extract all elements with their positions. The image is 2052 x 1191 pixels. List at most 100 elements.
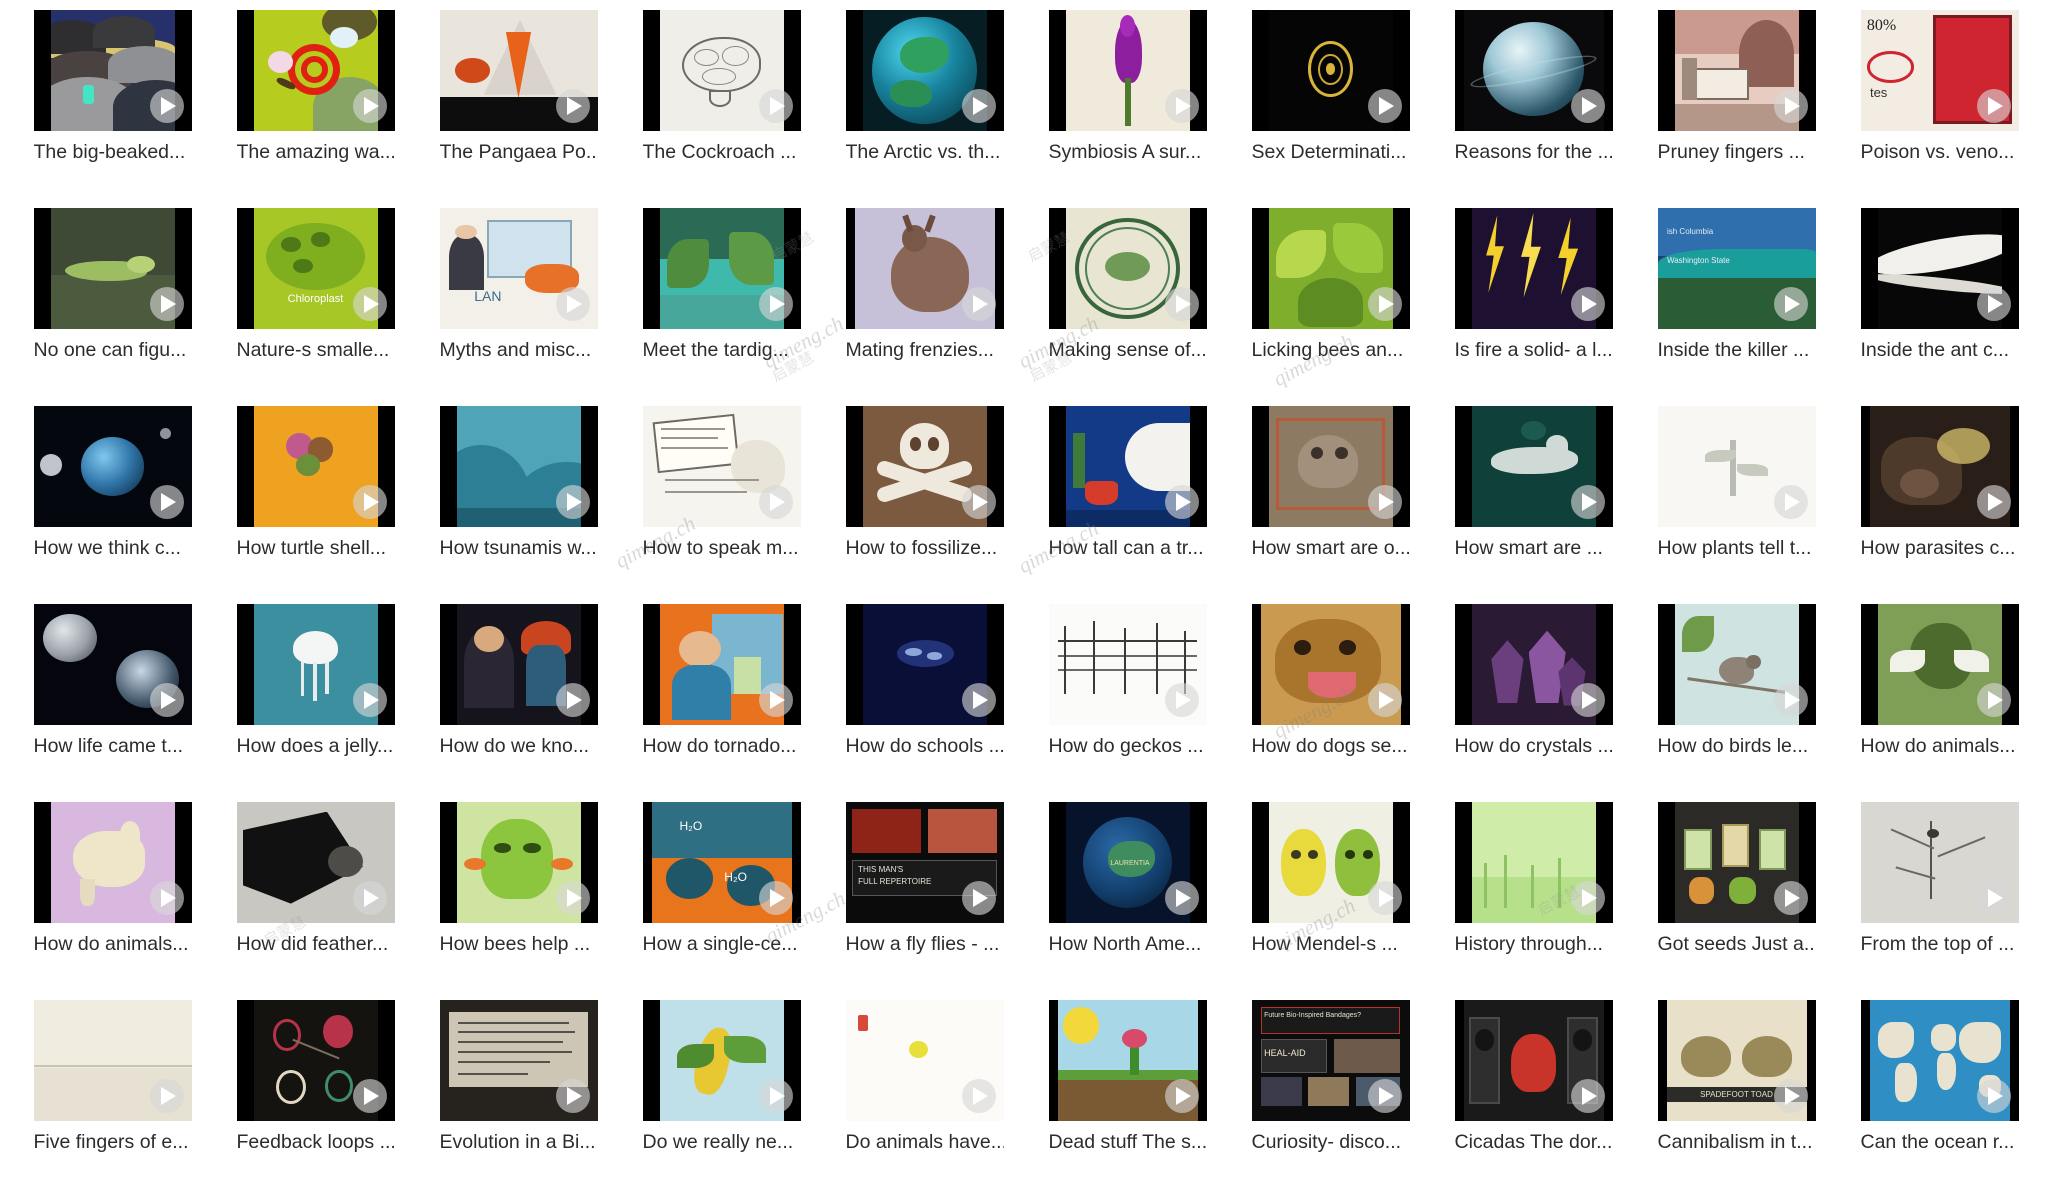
- play-icon[interactable]: [352, 89, 387, 123]
- play-icon[interactable]: [1773, 683, 1808, 717]
- play-icon[interactable]: [149, 287, 184, 321]
- video-thumbnail[interactable]: [642, 1000, 801, 1121]
- play-icon[interactable]: [961, 89, 996, 123]
- video-thumbnail[interactable]: [642, 10, 801, 131]
- video-thumbnail[interactable]: [236, 1000, 395, 1121]
- video-card[interactable]: How smart are ...: [1435, 406, 1632, 604]
- video-thumbnail[interactable]: [845, 604, 1004, 725]
- video-thumbnail[interactable]: SPADEFOOT TOAD: [1657, 1000, 1816, 1121]
- video-card[interactable]: How do tornado...: [623, 604, 820, 802]
- video-card[interactable]: Making sense of...: [1029, 208, 1226, 406]
- play-icon[interactable]: [149, 881, 184, 915]
- video-card[interactable]: How turtle shell...: [217, 406, 414, 604]
- video-thumbnail[interactable]: [1860, 802, 2019, 923]
- play-icon[interactable]: [352, 485, 387, 519]
- video-thumbnail[interactable]: Future Bio-Inspired Bandages? HEAL-AID: [1251, 1000, 1410, 1121]
- video-card[interactable]: How do we kno...: [420, 604, 617, 802]
- video-card[interactable]: How life came t...: [14, 604, 211, 802]
- play-icon[interactable]: [1773, 485, 1808, 519]
- video-card[interactable]: How do schools ...: [826, 604, 1023, 802]
- play-icon[interactable]: [1570, 287, 1605, 321]
- play-icon[interactable]: [961, 683, 996, 717]
- video-card[interactable]: How smart are o...: [1232, 406, 1429, 604]
- play-icon[interactable]: [1976, 1079, 2011, 1113]
- play-icon[interactable]: [149, 683, 184, 717]
- video-card[interactable]: Meet the tardig...: [623, 208, 820, 406]
- play-icon[interactable]: [961, 287, 996, 321]
- play-icon[interactable]: [961, 881, 996, 915]
- video-card[interactable]: The amazing wa...: [217, 10, 414, 208]
- video-card[interactable]: Do we really ne...: [623, 1000, 820, 1191]
- video-thumbnail[interactable]: [439, 406, 598, 527]
- video-card[interactable]: How Mendel-s ...: [1232, 802, 1429, 1000]
- video-thumbnail[interactable]: [1454, 1000, 1613, 1121]
- video-thumbnail[interactable]: [439, 10, 598, 131]
- play-icon[interactable]: [1570, 89, 1605, 123]
- video-thumbnail[interactable]: [1048, 406, 1207, 527]
- video-card[interactable]: Cicadas The dor...: [1435, 1000, 1632, 1191]
- video-thumbnail[interactable]: [1860, 1000, 2019, 1121]
- video-thumbnail[interactable]: [1454, 802, 1613, 923]
- video-card[interactable]: From the top of ...: [1841, 802, 2038, 1000]
- play-icon[interactable]: [352, 683, 387, 717]
- video-card[interactable]: No one can figu...: [14, 208, 211, 406]
- play-icon[interactable]: [961, 1079, 996, 1113]
- video-card[interactable]: Inside the ant c...: [1841, 208, 2038, 406]
- play-icon[interactable]: [758, 485, 793, 519]
- play-icon[interactable]: [1773, 287, 1808, 321]
- video-thumbnail[interactable]: [236, 406, 395, 527]
- video-card[interactable]: How to fossilize...: [826, 406, 1023, 604]
- play-icon[interactable]: [555, 485, 590, 519]
- video-thumbnail[interactable]: [1048, 1000, 1207, 1121]
- video-thumbnail[interactable]: [236, 802, 395, 923]
- video-card[interactable]: How tsunamis w...: [420, 406, 617, 604]
- play-icon[interactable]: [149, 1079, 184, 1113]
- video-thumbnail[interactable]: [1251, 802, 1410, 923]
- play-icon[interactable]: [555, 89, 590, 123]
- video-thumbnail[interactable]: [1860, 604, 2019, 725]
- video-thumbnail[interactable]: [1657, 604, 1816, 725]
- video-thumbnail[interactable]: [642, 406, 801, 527]
- play-icon[interactable]: [555, 1079, 590, 1113]
- video-card[interactable]: How do animals...: [14, 802, 211, 1000]
- video-card[interactable]: Dead stuff The s...: [1029, 1000, 1226, 1191]
- play-icon[interactable]: [1164, 881, 1199, 915]
- play-icon[interactable]: [1570, 1079, 1605, 1113]
- video-thumbnail[interactable]: [33, 10, 192, 131]
- play-icon[interactable]: [1367, 287, 1402, 321]
- play-icon[interactable]: [1367, 1079, 1402, 1113]
- video-card[interactable]: Sex Determinati...: [1232, 10, 1429, 208]
- video-thumbnail[interactable]: [33, 604, 192, 725]
- play-icon[interactable]: [1570, 683, 1605, 717]
- video-card[interactable]: How tall can a tr...: [1029, 406, 1226, 604]
- play-icon[interactable]: [555, 683, 590, 717]
- play-icon[interactable]: [758, 89, 793, 123]
- video-card[interactable]: Feedback loops ...: [217, 1000, 414, 1191]
- play-icon[interactable]: [1976, 881, 2011, 915]
- video-card[interactable]: Evolution in a Bi...: [420, 1000, 617, 1191]
- play-icon[interactable]: [758, 881, 793, 915]
- video-thumbnail[interactable]: [845, 406, 1004, 527]
- video-card[interactable]: How does a jelly...: [217, 604, 414, 802]
- video-card[interactable]: LAURENTIA How North Ame...: [1029, 802, 1226, 1000]
- video-thumbnail[interactable]: [33, 802, 192, 923]
- video-card[interactable]: ish Columbia Washington State Inside the …: [1638, 208, 1835, 406]
- video-thumbnail[interactable]: [1454, 604, 1613, 725]
- video-card[interactable]: How do geckos ...: [1029, 604, 1226, 802]
- play-icon[interactable]: [1976, 683, 2011, 717]
- play-icon[interactable]: [352, 287, 387, 321]
- video-thumbnail[interactable]: [1860, 208, 2019, 329]
- video-thumbnail[interactable]: [1860, 406, 2019, 527]
- play-icon[interactable]: [1976, 485, 2011, 519]
- video-thumbnail[interactable]: [1251, 208, 1410, 329]
- play-icon[interactable]: [149, 89, 184, 123]
- play-icon[interactable]: [1367, 89, 1402, 123]
- play-icon[interactable]: [1164, 1079, 1199, 1113]
- video-thumbnail[interactable]: LAN: [439, 208, 598, 329]
- play-icon[interactable]: [555, 287, 590, 321]
- video-card[interactable]: How we think c...: [14, 406, 211, 604]
- video-card[interactable]: Mating frenzies...: [826, 208, 1023, 406]
- video-card[interactable]: How do birds le...: [1638, 604, 1835, 802]
- video-thumbnail[interactable]: LAURENTIA: [1048, 802, 1207, 923]
- play-icon[interactable]: [1367, 485, 1402, 519]
